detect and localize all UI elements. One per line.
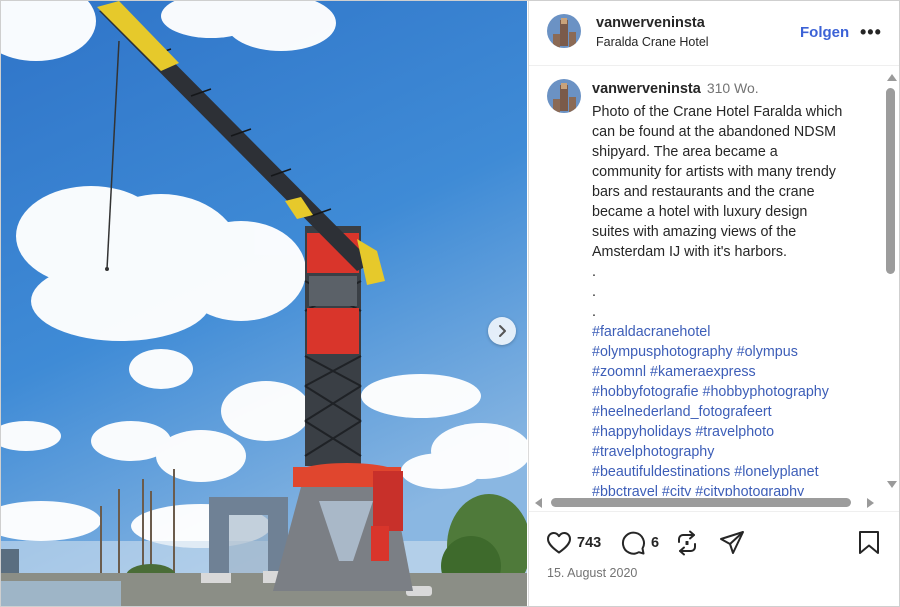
scroll-down-arrow-icon[interactable] xyxy=(887,481,897,488)
horizontal-scroll-thumb[interactable] xyxy=(551,498,851,507)
hashtag-line[interactable]: #bbctravel #city #cityphotography xyxy=(592,482,892,496)
repost-button[interactable] xyxy=(675,529,699,557)
vertical-scrollbar[interactable] xyxy=(883,68,899,494)
more-options-button[interactable]: ••• xyxy=(860,22,882,43)
avatar[interactable] xyxy=(547,14,581,48)
caption-text: Photo of the Crane Hotel Faralda which c… xyxy=(592,102,892,496)
crane-hotel-photo xyxy=(1,1,527,606)
repost-icon xyxy=(678,530,696,556)
caption-header: vanwerveninsta 310 Wo. xyxy=(592,80,759,97)
heart-icon xyxy=(547,532,571,554)
profile-avatar-image xyxy=(547,79,581,113)
caption-line: Amsterdam IJ with it's harbors. xyxy=(592,244,787,260)
caption-line: bars and restaurants and the crane xyxy=(592,184,815,200)
caption-username[interactable]: vanwerveninsta xyxy=(592,81,701,97)
follow-button[interactable]: Folgen xyxy=(800,24,849,41)
comment-count[interactable]: 6 xyxy=(651,535,659,551)
scroll-left-arrow-icon[interactable] xyxy=(535,498,542,508)
like-count[interactable]: 743 xyxy=(577,535,601,551)
profile-avatar-image xyxy=(547,14,581,48)
horizontal-scrollbar[interactable] xyxy=(529,495,884,509)
caption-line: suites with amazing views of the xyxy=(592,224,797,240)
post-actions-bar: 743 6 15. August 2020 xyxy=(529,511,899,606)
caption-area[interactable]: vanwerveninsta 310 Wo. Photo of the Crane… xyxy=(529,66,899,496)
caption-dot: . xyxy=(592,304,596,320)
hashtag-line[interactable]: #zoomnl #kameraexpress xyxy=(592,362,892,382)
share-icon xyxy=(720,531,744,554)
caption-line: Photo of the Crane Hotel Faralda which xyxy=(592,104,843,120)
caption-time[interactable]: 310 Wo. xyxy=(707,80,759,96)
hashtag-line[interactable]: #happyholidays #travelphoto xyxy=(592,422,892,442)
caption-dot: . xyxy=(592,284,596,300)
post-side-panel: vanwerveninsta Faralda Crane Hotel Folge… xyxy=(528,1,899,606)
hashtag-line[interactable]: #hobbyfotografie #hobbyphotography xyxy=(592,382,892,402)
save-button[interactable] xyxy=(858,529,880,557)
share-button[interactable] xyxy=(719,529,745,557)
chevron-right-icon xyxy=(499,325,506,337)
avatar[interactable] xyxy=(547,79,581,113)
caption-line: became a hotel with luxury design xyxy=(592,204,808,220)
caption-line: community for artists with many trendy xyxy=(592,164,836,180)
hashtag-line[interactable]: #olympusphotography #olympus xyxy=(592,342,892,362)
instagram-post-window: vanwerveninsta Faralda Crane Hotel Folge… xyxy=(0,0,900,607)
post-photo[interactable] xyxy=(1,1,527,606)
caption-dot: . xyxy=(592,264,596,280)
caption-line: can be found at the abandoned NDSM xyxy=(592,124,837,140)
like-button[interactable]: 743 xyxy=(546,529,601,557)
hashtag-line[interactable]: #travelphotography xyxy=(592,442,892,462)
hashtag-line[interactable]: #faraldacranehotel xyxy=(592,322,892,342)
post-date[interactable]: 15. August 2020 xyxy=(547,566,637,580)
post-username[interactable]: vanwerveninsta xyxy=(596,15,705,31)
scroll-up-arrow-icon[interactable] xyxy=(887,74,897,81)
hashtag-line[interactable]: #heelnederland_fotografeert xyxy=(592,402,892,422)
scroll-right-arrow-icon[interactable] xyxy=(867,498,874,508)
caption-line: shipyard. The area became a xyxy=(592,144,778,160)
hashtag-line[interactable]: #beautifuldestinations #lonelyplanet xyxy=(592,462,892,482)
post-location[interactable]: Faralda Crane Hotel xyxy=(596,35,709,49)
comment-button[interactable]: 6 xyxy=(620,529,659,557)
vertical-scroll-thumb[interactable] xyxy=(886,88,895,274)
next-photo-button[interactable] xyxy=(488,317,516,345)
bookmark-icon xyxy=(859,531,879,554)
post-header: vanwerveninsta Faralda Crane Hotel Folge… xyxy=(529,1,899,66)
comment-icon xyxy=(622,531,645,555)
